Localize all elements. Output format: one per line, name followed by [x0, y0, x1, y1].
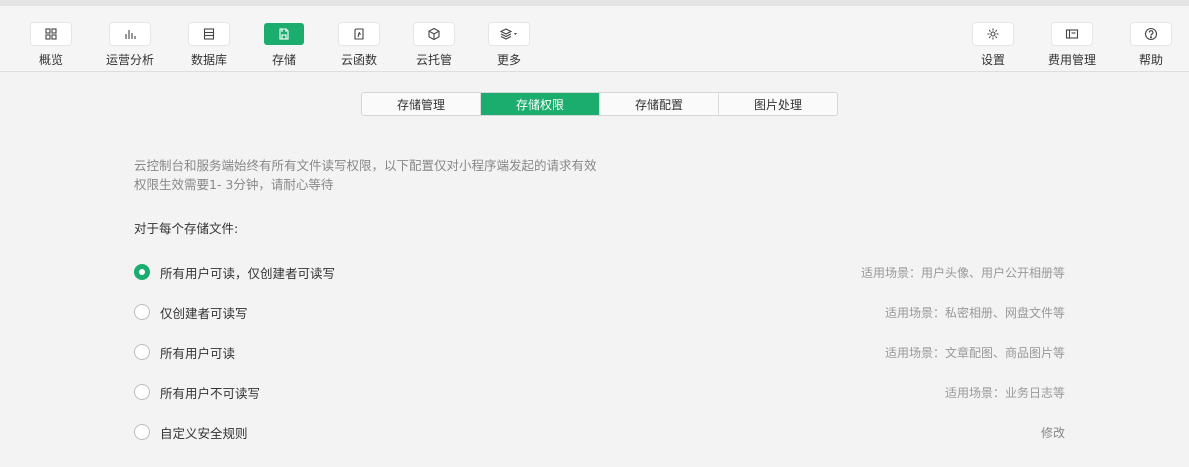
toolbar-cloud-hosting-button[interactable]: 云托管	[397, 23, 471, 71]
radio-button[interactable]	[134, 384, 150, 400]
storage-icon	[264, 23, 304, 45]
permission-option-creator-only[interactable]: 仅创建者可读写 适用场景：私密相册、网盘文件等	[134, 302, 1065, 322]
toolbar-billing-button[interactable]: 费用管理	[1035, 23, 1109, 71]
toolbar-analytics-button[interactable]: 运营分析	[93, 23, 167, 71]
toolbar-function-button[interactable]: 云函数	[322, 23, 396, 71]
grid-icon	[31, 23, 71, 45]
radio-button[interactable]	[134, 264, 150, 280]
permission-notice: 云控制台和服务端始终有所有文件读写权限，以下配置仅对小程序端发起的请求有效 权限…	[134, 156, 597, 194]
option-label: 所有用户可读，仅创建者可读写	[160, 265, 336, 281]
toolbar-database-button[interactable]: 数据库	[172, 23, 246, 71]
layers-icon	[489, 23, 529, 45]
toolbar-settings-button[interactable]: 设置	[956, 23, 1030, 71]
permission-option-custom-rules[interactable]: 自定义安全规则 修改	[134, 422, 1065, 442]
tab-storage-management[interactable]: 存储管理	[362, 93, 481, 115]
section-title: 对于每个存储文件:	[134, 221, 239, 236]
help-icon	[1131, 23, 1171, 45]
tab-storage-config[interactable]: 存储配置	[600, 93, 719, 115]
toolbar-function-label: 云函数	[340, 53, 377, 67]
tab-image-processing[interactable]: 图片处理	[719, 93, 837, 115]
option-hint: 适用场景：文章配图、商品图片等	[884, 345, 1065, 360]
option-hint: 适用场景：业务日志等	[944, 385, 1065, 400]
top-toolbar: 概览 运营分析 数据库 存储 云函数 云托管 更多 设置 费用管理 帮助	[0, 6, 1189, 72]
toolbar-more-label: 更多	[496, 53, 521, 67]
toolbar-billing-label: 费用管理	[1047, 53, 1096, 67]
notice-line-1: 云控制台和服务端始终有所有文件读写权限，以下配置仅对小程序端发起的请求有效	[134, 158, 597, 173]
option-hint: 适用场景：用户头像、用户公开相册等	[860, 265, 1065, 280]
storage-tabs: 存储管理 存储权限 存储配置 图片处理	[361, 92, 838, 116]
tab-storage-permission[interactable]: 存储权限	[481, 93, 600, 115]
radio-button[interactable]	[134, 304, 150, 320]
function-icon	[339, 23, 379, 45]
toolbar-overview-label: 概览	[38, 53, 63, 67]
edit-rules-link[interactable]: 修改	[1041, 424, 1065, 441]
toolbar-more-button[interactable]: 更多	[472, 23, 546, 71]
toolbar-cloud-hosting-label: 云托管	[415, 53, 452, 67]
permission-option-all-read[interactable]: 所有用户可读 适用场景：文章配图、商品图片等	[134, 342, 1065, 362]
toolbar-settings-label: 设置	[980, 53, 1005, 67]
gear-icon	[973, 23, 1013, 45]
toolbar-storage-label: 存储	[271, 53, 296, 67]
toolbar-storage-button[interactable]: 存储	[247, 23, 321, 71]
toolbar-analytics-label: 运营分析	[105, 53, 154, 67]
permission-option-no-access[interactable]: 所有用户不可读写 适用场景：业务日志等	[134, 382, 1065, 402]
storage-permission-panel: 存储管理 存储权限 存储配置 图片处理 云控制台和服务端始终有所有文件读写权限，…	[0, 73, 1189, 467]
toolbar-database-label: 数据库	[190, 53, 227, 67]
radio-button[interactable]	[134, 344, 150, 360]
radio-button[interactable]	[134, 424, 150, 440]
option-hint: 适用场景：私密相册、网盘文件等	[884, 305, 1065, 320]
option-label: 所有用户不可读写	[160, 385, 261, 401]
option-label: 仅创建者可读写	[160, 305, 248, 321]
toolbar-overview-button[interactable]: 概览	[14, 23, 88, 71]
wallet-icon	[1052, 23, 1092, 45]
toolbar-help-button[interactable]: 帮助	[1114, 23, 1188, 71]
permission-option-public-read[interactable]: 所有用户可读，仅创建者可读写 适用场景：用户头像、用户公开相册等	[134, 262, 1065, 282]
database-icon	[189, 23, 229, 45]
option-label: 自定义安全规则	[160, 425, 248, 441]
notice-line-2: 权限生效需要1- 3分钟，请耐心等待	[134, 177, 334, 192]
option-label: 所有用户可读	[160, 345, 236, 361]
toolbar-help-label: 帮助	[1138, 53, 1163, 67]
bar-chart-icon	[110, 23, 150, 45]
cube-icon	[414, 23, 454, 45]
